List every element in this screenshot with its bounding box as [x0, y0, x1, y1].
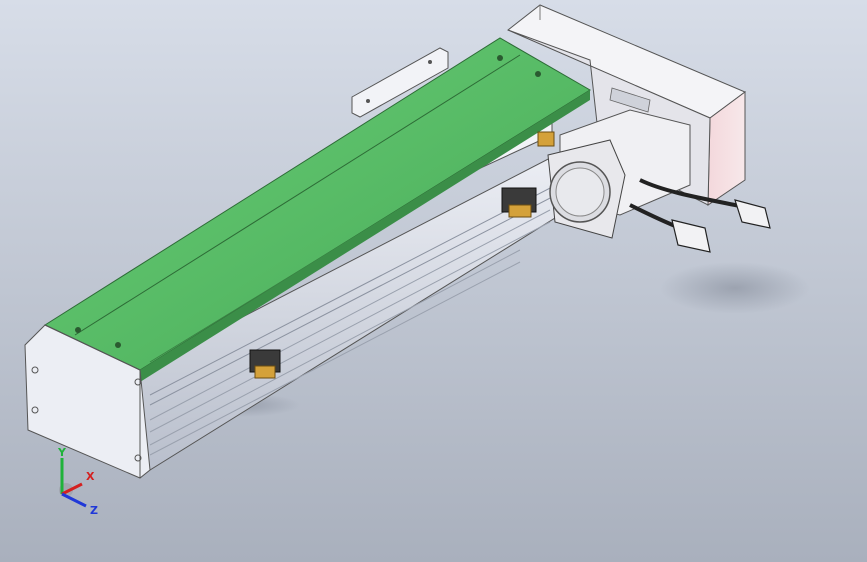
- z-axis-arrow: [61, 492, 87, 508]
- ground-shadow: [660, 262, 810, 314]
- cad-viewport[interactable]: Y X Z: [0, 0, 867, 562]
- coordinate-triad[interactable]: Y X Z: [48, 446, 108, 520]
- encoder-connector[interactable]: [671, 219, 711, 253]
- y-axis-label: Y: [57, 446, 67, 459]
- x-axis-label: X: [86, 470, 95, 483]
- z-axis-label: Z: [90, 504, 98, 517]
- linear-actuator-model[interactable]: [0, 0, 867, 562]
- power-connector[interactable]: [734, 199, 771, 229]
- servo-motor[interactable]: [547, 109, 691, 239]
- limit-sensor-front[interactable]: [249, 349, 281, 379]
- limit-sensor-top[interactable]: [537, 131, 555, 147]
